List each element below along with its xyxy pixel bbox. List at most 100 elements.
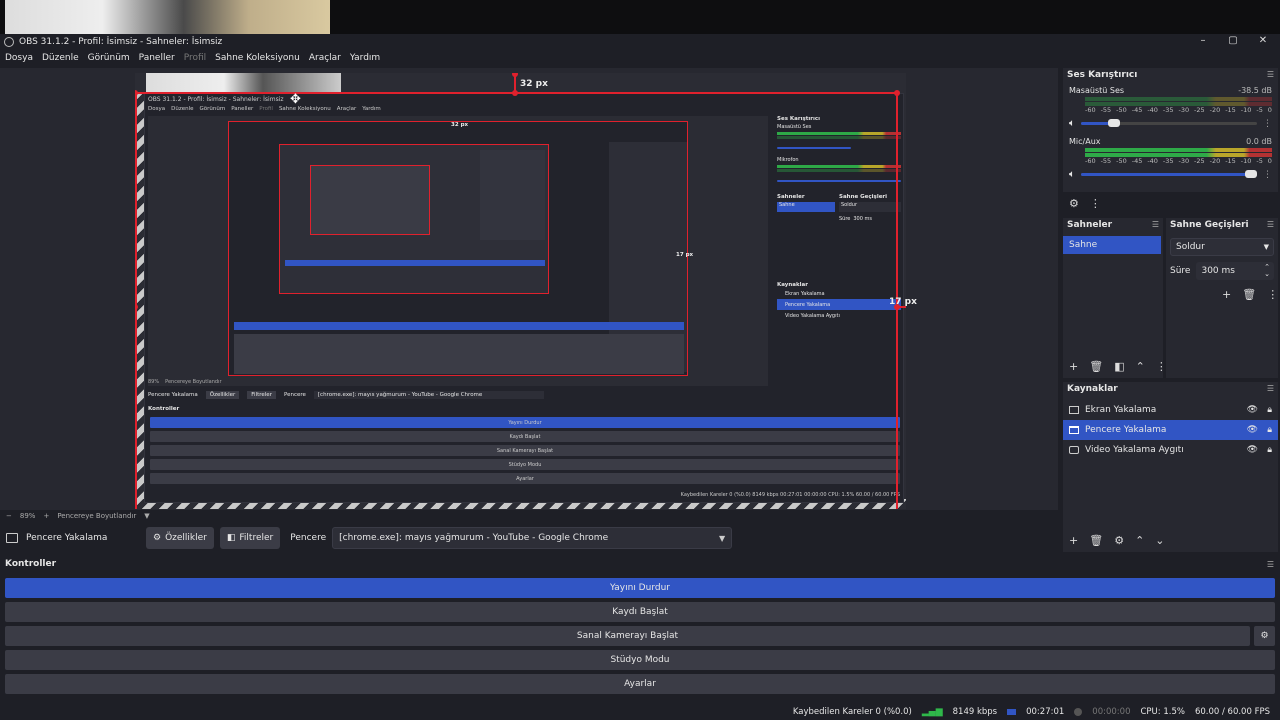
guide-handle[interactable] bbox=[512, 73, 518, 77]
filters-button[interactable]: ◧ Filtreler bbox=[219, 527, 281, 549]
record-time: 00:00:00 bbox=[1092, 707, 1131, 717]
window-icon bbox=[6, 533, 18, 543]
speaker-icon[interactable]: 🔈︎ bbox=[1069, 118, 1075, 129]
menu-araclar[interactable]: Araçlar bbox=[309, 53, 341, 63]
nested-transitions-title: Sahne Geçişleri bbox=[839, 194, 888, 200]
menu-paneller[interactable]: Paneller bbox=[139, 53, 175, 63]
source-item[interactable]: Ekran Yakalama 👁︎ 🔒︎ bbox=[1063, 400, 1278, 420]
trash-icon[interactable]: 🗑︎ bbox=[1089, 360, 1103, 373]
filter-icon[interactable]: ◧ bbox=[1114, 360, 1124, 373]
volume-meter bbox=[1085, 97, 1272, 101]
menu-duzenle[interactable]: Düzenle bbox=[42, 53, 79, 63]
volume-slider-thumb[interactable] bbox=[1107, 119, 1120, 127]
nested-control-button: Ayarlar bbox=[150, 473, 900, 484]
meter-ticks: -60 -55 -50 -45 -40 -35 -30 -25 -20 -15 -10 -5 0 bbox=[1085, 157, 1272, 165]
gear-icon[interactable]: ⚙ bbox=[1114, 534, 1124, 547]
window-select[interactable]: [chrome.exe]: mayıs yağmurum - YouTube -… bbox=[332, 527, 733, 549]
close-button[interactable]: ✕ bbox=[1248, 34, 1278, 50]
spinner-icon[interactable]: ⌃ ⌄ bbox=[1264, 264, 1270, 278]
nested-filters-button: Filtreler bbox=[247, 391, 276, 399]
channel-menu-icon[interactable]: ⋮ bbox=[1263, 119, 1272, 129]
lock-icon[interactable]: 🔒︎ bbox=[1267, 425, 1272, 435]
menu-profil[interactable]: Profil bbox=[184, 53, 206, 63]
duration-input[interactable]: 300 ms ⌃ ⌄ bbox=[1196, 262, 1274, 280]
dock-menu-icon[interactable]: ☰ bbox=[1267, 220, 1274, 229]
start-virtual-camera-button[interactable]: Sanal Kamerayı Başlat bbox=[5, 626, 1250, 646]
zoom-out-button[interactable]: − bbox=[6, 512, 12, 520]
menu-yardim[interactable]: Yardım bbox=[350, 53, 380, 63]
chevron-down-icon[interactable]: ⌄ bbox=[1155, 534, 1164, 547]
transition-select[interactable]: Soldur ▼ bbox=[1170, 238, 1274, 256]
gear-icon: ⚙ bbox=[153, 533, 162, 543]
minimize-button[interactable]: – bbox=[1188, 34, 1218, 50]
dock-menu-icon[interactable]: ☰ bbox=[1267, 384, 1274, 393]
more-icon[interactable]: ⋮ bbox=[1267, 288, 1278, 301]
volume-meter bbox=[1085, 148, 1272, 152]
eye-icon[interactable]: 👁︎ bbox=[1247, 405, 1258, 415]
gear-icon: ⚙ bbox=[1260, 631, 1269, 641]
dock-menu-icon[interactable]: ☰ bbox=[1152, 220, 1159, 229]
nested-scene-item: Sahne bbox=[777, 202, 835, 212]
zoom-in-button[interactable]: + bbox=[43, 512, 49, 520]
resize-handle-tr[interactable] bbox=[894, 90, 900, 96]
menu-sahne-koleksiyonu[interactable]: Sahne Koleksiyonu bbox=[215, 53, 300, 63]
dock-menu-icon[interactable]: ☰ bbox=[1267, 560, 1274, 569]
nested-window-value: [chrome.exe]: mayıs yağmurum - YouTube -… bbox=[313, 391, 544, 399]
scene-item[interactable]: Sahne bbox=[1063, 236, 1161, 254]
settings-button[interactable]: Ayarlar bbox=[5, 674, 1275, 694]
window-select-value: [chrome.exe]: mayıs yağmurum - YouTube -… bbox=[339, 533, 609, 543]
advanced-audio-icon[interactable]: ⚙ bbox=[1069, 197, 1079, 210]
menu-gorunum[interactable]: Görünüm bbox=[88, 53, 130, 63]
virtual-camera-settings-button[interactable]: ⚙ bbox=[1254, 626, 1275, 646]
preview-canvas[interactable]: OBS 31.1.2 - Profil: İsimsiz - Sahneler:… bbox=[135, 73, 906, 509]
title-bar: OBS 31.1.2 - Profil: İsimsiz - Sahneler:… bbox=[0, 34, 1280, 50]
channel-menu-icon[interactable]: ⋮ bbox=[1263, 170, 1272, 180]
source-item-label: Pencere Yakalama bbox=[1085, 425, 1167, 435]
volume-meter bbox=[1085, 102, 1272, 106]
nested-scenes-title: Sahneler bbox=[777, 194, 805, 200]
chevron-down-icon[interactable]: ▼ bbox=[144, 512, 149, 520]
move-cursor-icon: ✥ bbox=[290, 92, 301, 107]
dock-menu-icon[interactable]: ☰ bbox=[1267, 70, 1274, 79]
selected-source-name: Pencere Yakalama bbox=[26, 533, 108, 543]
chevron-up-icon[interactable]: ⌃ bbox=[1135, 534, 1144, 547]
lock-icon[interactable]: 🔒︎ bbox=[1267, 445, 1272, 455]
nested-duration: 300 ms bbox=[853, 216, 872, 222]
eye-icon[interactable]: 👁︎ bbox=[1247, 425, 1258, 435]
add-icon[interactable]: + bbox=[1222, 288, 1231, 301]
window-label: Pencere bbox=[290, 533, 327, 543]
stop-stream-button[interactable]: Yayını Durdur bbox=[5, 578, 1275, 598]
volume-slider-thumb[interactable] bbox=[1245, 170, 1257, 178]
nested-source: Ekran Yakalama bbox=[785, 290, 825, 297]
nested-webcam bbox=[146, 73, 341, 93]
start-recording-button[interactable]: Kaydı Başlat bbox=[5, 602, 1275, 622]
add-icon[interactable]: + bbox=[1069, 534, 1078, 547]
add-icon[interactable]: + bbox=[1069, 360, 1078, 373]
maximize-button[interactable]: ▢ bbox=[1218, 34, 1248, 50]
trash-icon[interactable]: 🗑︎ bbox=[1242, 288, 1256, 301]
nested-props-name: Pencere Yakalama bbox=[148, 392, 198, 398]
sources-title: Kaynaklar bbox=[1067, 384, 1118, 394]
mixer-menu-icon[interactable]: ⋮ bbox=[1090, 197, 1101, 210]
volume-slider[interactable] bbox=[1081, 170, 1257, 178]
speaker-icon[interactable]: 🔈︎ bbox=[1069, 169, 1075, 180]
nested-preview-inner bbox=[228, 121, 688, 376]
eye-icon[interactable]: 👁︎ bbox=[1247, 445, 1258, 455]
sources-title-bar: Kaynaklar ☰ bbox=[1063, 382, 1278, 396]
stream-time: 00:27:01 bbox=[1026, 707, 1065, 717]
nested-source: Pencere Yakalama bbox=[777, 299, 901, 310]
volume-slider[interactable] bbox=[1081, 119, 1257, 127]
mixer-channel-db: -38.5 dB bbox=[1238, 86, 1272, 95]
nested-menu-item: Sahne Koleksiyonu bbox=[278, 105, 331, 112]
nested-control-button: Kaydı Başlat bbox=[150, 431, 900, 442]
source-item[interactable]: Pencere Yakalama 👁︎ 🔒︎ bbox=[1063, 420, 1278, 440]
lock-icon[interactable]: 🔒︎ bbox=[1267, 405, 1272, 415]
chevron-up-icon[interactable]: ⌃ bbox=[1136, 360, 1145, 373]
studio-mode-button[interactable]: Stüdyo Modu bbox=[5, 650, 1275, 670]
nested-window-label: Pencere bbox=[283, 392, 306, 398]
trash-icon[interactable]: 🗑︎ bbox=[1089, 534, 1103, 547]
source-item[interactable]: Video Yakalama Aygıtı 👁︎ 🔒︎ bbox=[1063, 440, 1278, 460]
resize-handle-t[interactable] bbox=[512, 90, 518, 96]
menu-dosya[interactable]: Dosya bbox=[5, 53, 33, 63]
properties-button[interactable]: ⚙ Özellikler bbox=[146, 527, 214, 549]
